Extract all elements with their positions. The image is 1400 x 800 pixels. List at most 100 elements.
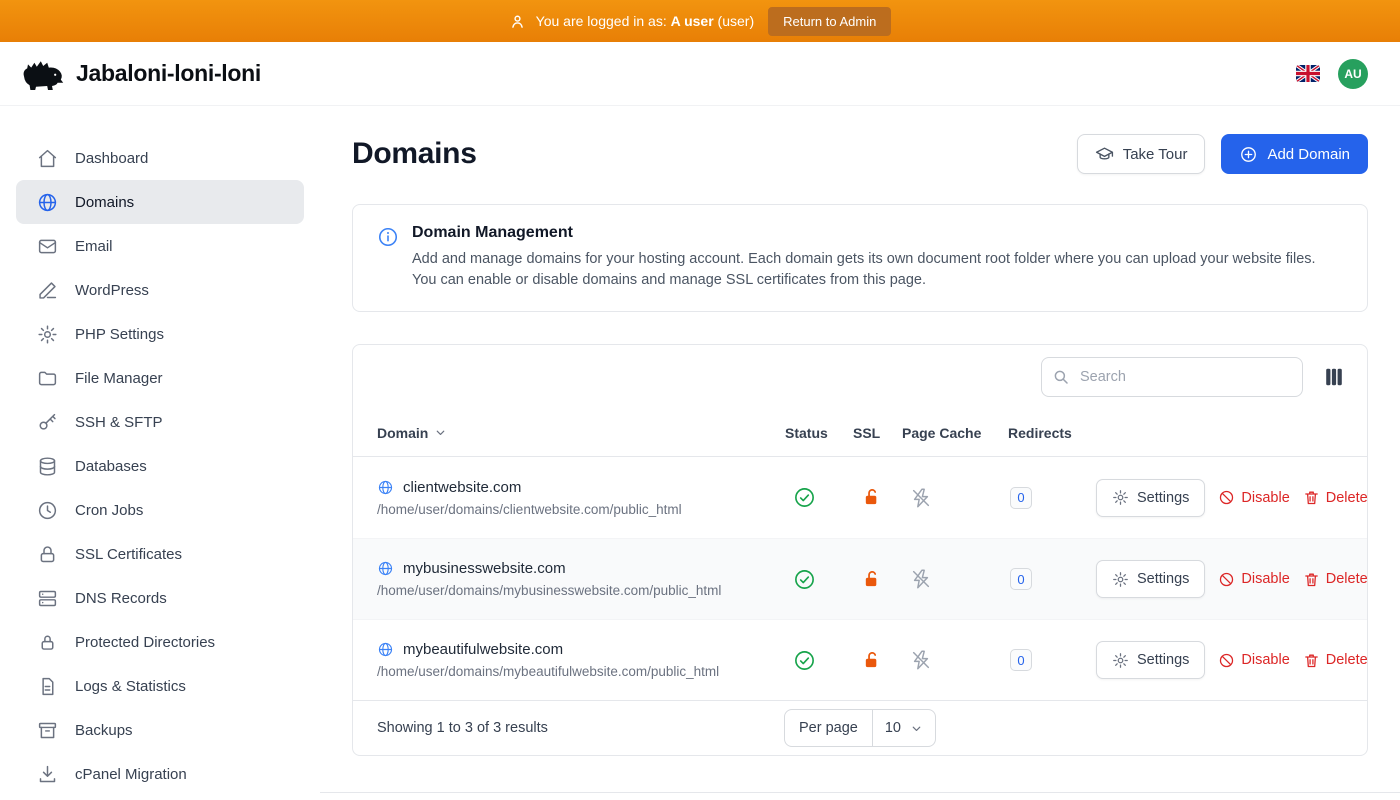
settings-button[interactable]: Settings bbox=[1096, 479, 1205, 517]
sidebar-item-domains[interactable]: Domains bbox=[16, 180, 304, 224]
results-summary: Showing 1 to 3 of 3 results bbox=[377, 720, 548, 736]
gear-icon bbox=[1112, 652, 1129, 669]
sidebar-item-backups[interactable]: Backups bbox=[16, 708, 304, 752]
main-content: Domains Take Tour Add Domain Domain Mana… bbox=[320, 106, 1400, 800]
trash-icon bbox=[1303, 571, 1320, 588]
gear-icon bbox=[1112, 489, 1129, 506]
gear-icon bbox=[1112, 571, 1129, 588]
sidebar-item-dashboard[interactable]: Dashboard bbox=[16, 136, 304, 180]
trash-icon bbox=[1303, 489, 1320, 506]
page-cache-disabled-icon bbox=[910, 649, 932, 671]
table-footer: Showing 1 to 3 of 3 results Per page 10 bbox=[353, 700, 1367, 755]
impersonated-user-role: (user) bbox=[718, 13, 755, 29]
database-icon bbox=[37, 456, 58, 477]
redirects-count-badge: 0 bbox=[1010, 487, 1032, 509]
sidebar-item-php-settings[interactable]: PHP Settings bbox=[16, 312, 304, 356]
sort-chevron-icon bbox=[434, 426, 447, 439]
impersonation-prefix: You are logged in as: bbox=[536, 13, 667, 29]
domain-name[interactable]: mybeautifulwebsite.com bbox=[403, 641, 563, 658]
domains-table-card: Domain Status SSL Page Cache Redirects c… bbox=[352, 344, 1368, 756]
info-card-title: Domain Management bbox=[412, 224, 1343, 242]
envelope-icon bbox=[37, 236, 58, 257]
column-header-redirects: Redirects bbox=[1008, 425, 1096, 441]
column-header-page-cache: Page Cache bbox=[902, 425, 1008, 441]
globe-icon bbox=[37, 192, 58, 213]
columns-icon bbox=[1323, 366, 1345, 388]
boar-logo-icon bbox=[16, 55, 64, 93]
table-header-row: Domain Status SSL Page Cache Redirects bbox=[353, 409, 1367, 457]
domain-management-info-card: Domain Management Add and manage domains… bbox=[352, 204, 1368, 312]
language-flag-icon[interactable] bbox=[1296, 65, 1320, 82]
sidebar-item-dns-records[interactable]: DNS Records bbox=[16, 576, 304, 620]
user-icon bbox=[509, 13, 526, 30]
folder-icon bbox=[37, 368, 58, 389]
sidebar-item-cpanel-migration[interactable]: cPanel Migration bbox=[16, 752, 304, 796]
table-row: clientwebsite.com /home/user/domains/cli… bbox=[353, 457, 1367, 538]
document-root-path: /home/user/domains/mybeautifulwebsite.co… bbox=[377, 664, 785, 679]
search-input[interactable] bbox=[1041, 357, 1303, 397]
globe-icon bbox=[377, 479, 394, 496]
per-page-select[interactable]: 10 bbox=[873, 710, 935, 746]
home-icon bbox=[37, 148, 58, 169]
ban-icon bbox=[1218, 489, 1235, 506]
ban-icon bbox=[1218, 571, 1235, 588]
plus-circle-icon bbox=[1239, 145, 1258, 164]
chevron-down-icon bbox=[910, 722, 923, 735]
server-icon bbox=[37, 588, 58, 609]
gear-icon bbox=[37, 324, 58, 345]
clock-icon bbox=[37, 500, 58, 521]
sidebar-item-protected-directories[interactable]: Protected Directories bbox=[16, 620, 304, 664]
delete-button[interactable]: Delete bbox=[1303, 571, 1368, 588]
pencil-icon bbox=[37, 280, 58, 301]
sidebar-item-ssh-sftp[interactable]: SSH & SFTP bbox=[16, 400, 304, 444]
sidebar-item-email[interactable]: Email bbox=[16, 224, 304, 268]
sidebar-item-cron-jobs[interactable]: Cron Jobs bbox=[16, 488, 304, 532]
disable-button[interactable]: Disable bbox=[1218, 489, 1289, 506]
sidebar-item-file-manager[interactable]: File Manager bbox=[16, 356, 304, 400]
add-domain-button[interactable]: Add Domain bbox=[1221, 134, 1368, 174]
return-to-admin-button[interactable]: Return to Admin bbox=[768, 7, 891, 36]
per-page-label: Per page bbox=[785, 710, 873, 746]
ssl-unlocked-icon bbox=[861, 487, 882, 508]
document-root-path: /home/user/domains/mybusinesswebsite.com… bbox=[377, 583, 785, 598]
user-avatar[interactable]: AU bbox=[1338, 59, 1368, 89]
take-tour-button[interactable]: Take Tour bbox=[1077, 134, 1206, 174]
delete-button[interactable]: Delete bbox=[1303, 489, 1368, 506]
info-icon bbox=[377, 226, 399, 248]
sidebar-item-wordpress[interactable]: WordPress bbox=[16, 268, 304, 312]
impersonated-user-name: A user bbox=[671, 13, 714, 29]
graduation-cap-icon bbox=[1095, 145, 1114, 164]
redirects-count-badge: 0 bbox=[1010, 568, 1032, 590]
document-root-path: /home/user/domains/clientwebsite.com/pub… bbox=[377, 502, 785, 517]
trash-icon bbox=[1303, 652, 1320, 669]
key-icon bbox=[37, 412, 58, 433]
disable-button[interactable]: Disable bbox=[1218, 571, 1289, 588]
sidebar-item-ssl-certificates[interactable]: SSL Certificates bbox=[16, 532, 304, 576]
column-header-ssl: SSL bbox=[853, 425, 902, 441]
sidebar: Dashboard Domains Email WordPress PHP Se… bbox=[0, 106, 320, 800]
ban-icon bbox=[1218, 652, 1235, 669]
settings-button[interactable]: Settings bbox=[1096, 641, 1205, 679]
globe-icon bbox=[377, 560, 394, 577]
domain-name[interactable]: clientwebsite.com bbox=[403, 479, 521, 496]
impersonation-bar: You are logged in as: A user (user) Retu… bbox=[0, 0, 1400, 42]
search-icon bbox=[1052, 368, 1070, 386]
status-active-icon bbox=[793, 568, 816, 591]
sidebar-item-logs-statistics[interactable]: Logs & Statistics bbox=[16, 664, 304, 708]
column-toggle-button[interactable] bbox=[1321, 364, 1347, 390]
shield-lock-icon bbox=[37, 632, 58, 653]
table-row: mybeautifulwebsite.com /home/user/domain… bbox=[353, 619, 1367, 700]
archive-icon bbox=[37, 720, 58, 741]
domain-name[interactable]: mybusinesswebsite.com bbox=[403, 560, 566, 577]
settings-button[interactable]: Settings bbox=[1096, 560, 1205, 598]
per-page-control: Per page 10 bbox=[784, 709, 936, 747]
impersonation-message: You are logged in as: A user (user) bbox=[509, 13, 754, 30]
column-header-domain[interactable]: Domain bbox=[377, 425, 785, 441]
delete-button[interactable]: Delete bbox=[1303, 652, 1368, 669]
sidebar-item-databases[interactable]: Databases bbox=[16, 444, 304, 488]
status-active-icon bbox=[793, 486, 816, 509]
disable-button[interactable]: Disable bbox=[1218, 652, 1289, 669]
ssl-unlocked-icon bbox=[861, 650, 882, 671]
footer-divider bbox=[320, 792, 1400, 793]
brand-title: Jabaloni-loni-loni bbox=[76, 60, 261, 87]
